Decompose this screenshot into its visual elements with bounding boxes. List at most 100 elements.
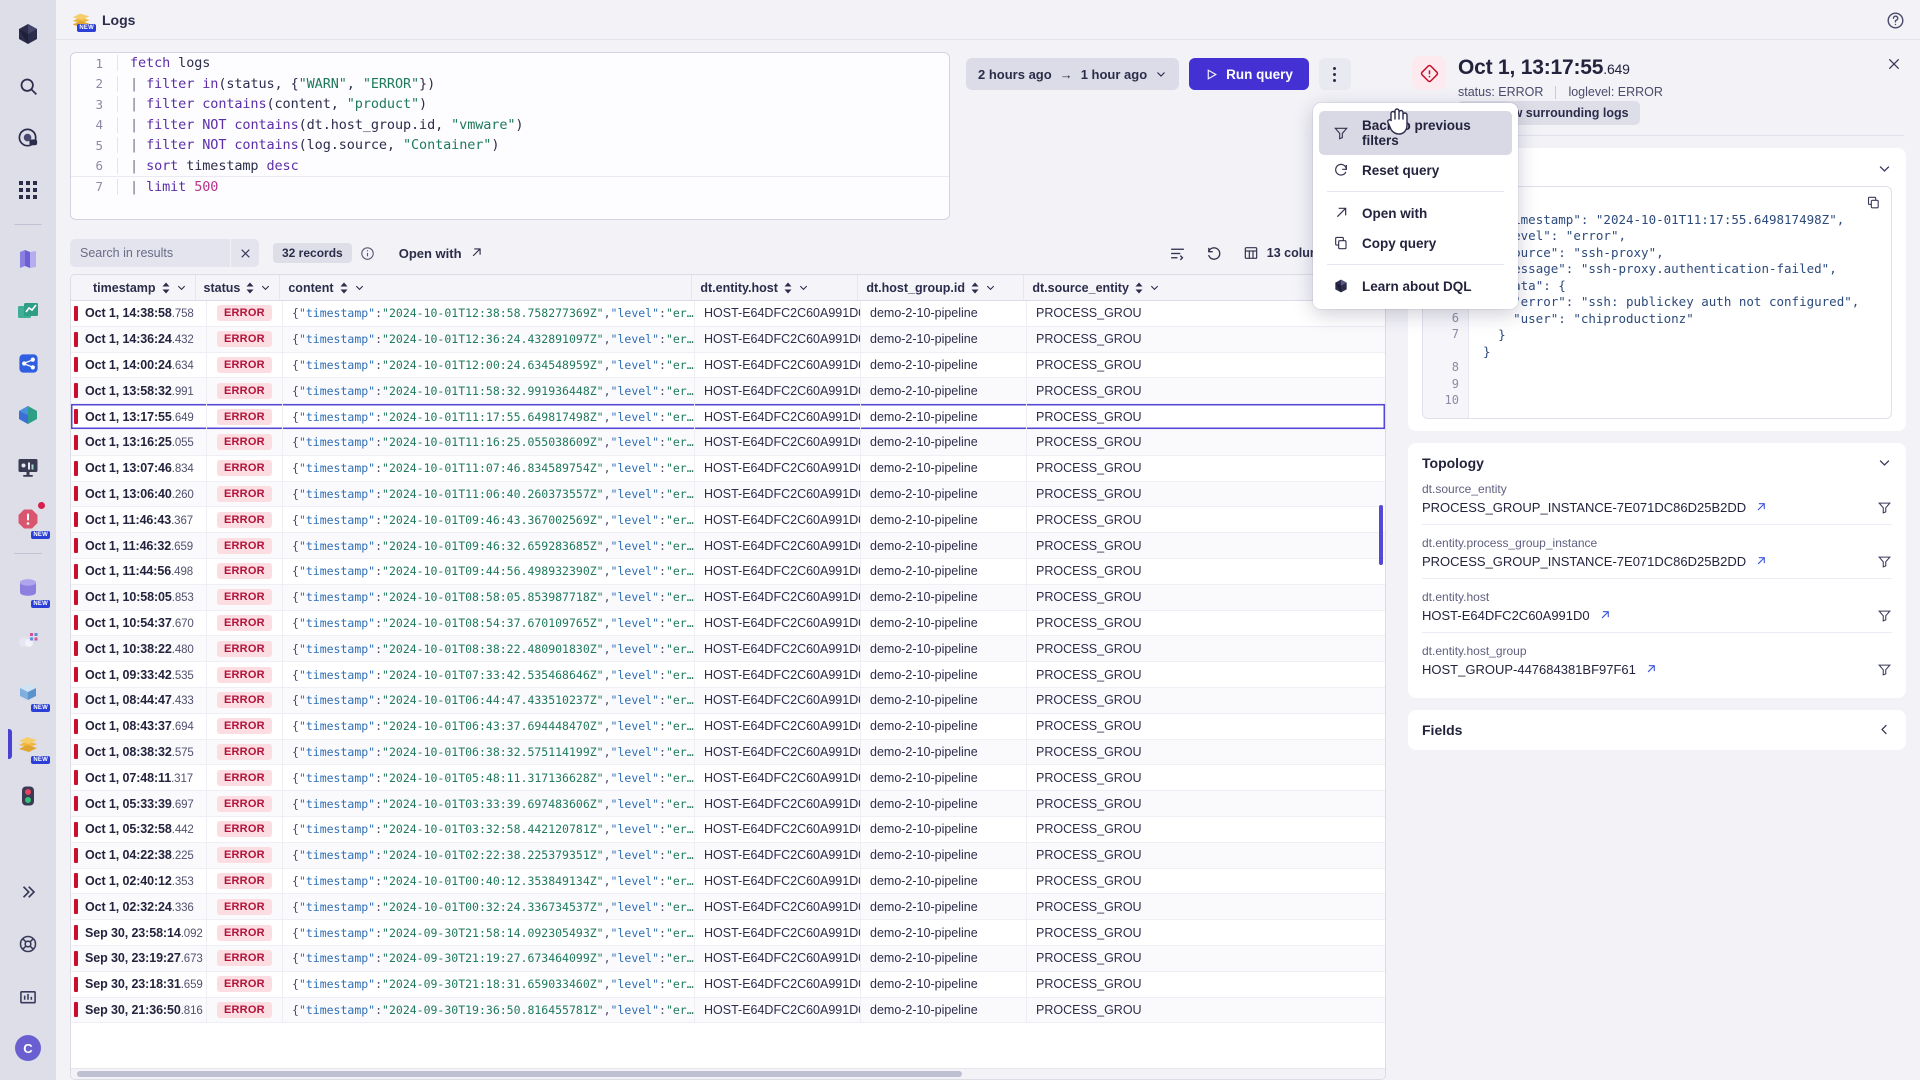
clear-search-button[interactable]: [231, 239, 259, 267]
topology-row: dt.entity.host HOST-E64DFC2C60A991D0: [1422, 579, 1892, 633]
expand-fields-chevron-left-icon[interactable]: [1877, 722, 1892, 737]
text-wrap-icon[interactable]: [1169, 245, 1186, 262]
table-row[interactable]: Oct 1, 13:07:46.834 ERROR {"timestamp": "20…: [71, 455, 1385, 482]
filter-icon[interactable]: [1877, 662, 1892, 677]
menu-item-open-with[interactable]: Open with: [1319, 198, 1512, 228]
table-row[interactable]: Oct 1, 10:38:22.480 ERROR {"timestamp": "20…: [71, 636, 1385, 663]
more-actions-button[interactable]: [1318, 58, 1351, 90]
column-header-dt-entity-host[interactable]: dt.entity.host: [692, 275, 859, 300]
reset-table-icon[interactable]: [1206, 245, 1223, 262]
table-row[interactable]: Oct 1, 13:58:32.991 ERROR {"timestamp": "20…: [71, 378, 1385, 405]
sidebar-item-distributed-tracing[interactable]: [8, 343, 48, 383]
table-row[interactable]: Oct 1, 11:44:56.498 ERROR {"timestamp": "20…: [71, 558, 1385, 585]
sidebar-item-user-avatar[interactable]: C: [8, 1028, 48, 1068]
table-row[interactable]: Oct 1, 02:40:12.353 ERROR {"timestamp": "20…: [71, 868, 1385, 895]
table-row[interactable]: Oct 1, 02:32:24.336 ERROR {"timestamp": "20…: [71, 894, 1385, 921]
sidebar-item-search[interactable]: [8, 66, 48, 106]
copy-icon[interactable]: [1866, 195, 1881, 210]
sidebar-item-slo[interactable]: [8, 776, 48, 816]
table-row[interactable]: Sep 30, 23:18:31.659 ERROR {"timestamp": "2…: [71, 971, 1385, 998]
open-with-button[interactable]: Open with: [399, 246, 483, 261]
cell-status: ERROR: [206, 791, 282, 816]
sidebar-item-service-analysis[interactable]: [8, 395, 48, 435]
query-line[interactable]: 1 fetch logs: [71, 53, 949, 74]
open-external-icon[interactable]: [1644, 663, 1657, 676]
horizontal-scrollbar[interactable]: [71, 1068, 1385, 1079]
menu-item-learn-about-dql[interactable]: Learn about DQL: [1319, 271, 1512, 301]
table-row[interactable]: Oct 1, 14:00:24.634 ERROR {"timestamp": "20…: [71, 352, 1385, 379]
sidebar-item-apps[interactable]: [8, 170, 48, 210]
search-input[interactable]: Search in results: [80, 246, 173, 260]
table-row[interactable]: Oct 1, 05:33:39.697 ERROR {"timestamp": "20…: [71, 791, 1385, 817]
sidebar-item-dashboards[interactable]: [8, 291, 48, 331]
run-query-button[interactable]: Run query: [1189, 58, 1309, 90]
table-row[interactable]: Sep 30, 23:19:27.673 ERROR {"timestamp": "2…: [71, 945, 1385, 972]
sidebar-item-analytics[interactable]: [8, 976, 48, 1016]
timeframe-selector[interactable]: 2 hours ago → 1 hour ago: [966, 58, 1180, 90]
table-row[interactable]: Oct 1, 13:06:40.260 ERROR {"timestamp": "20…: [71, 481, 1385, 508]
table-row[interactable]: Oct 1, 10:54:37.670 ERROR {"timestamp": "20…: [71, 610, 1385, 637]
query-line[interactable]: 3 | filter contains(content, "product"): [71, 94, 949, 115]
help-circle-icon[interactable]: [1884, 9, 1906, 31]
collapse-topology-chevron-down-icon[interactable]: [1877, 455, 1892, 470]
column-header-content[interactable]: content: [280, 275, 693, 300]
sidebar-item-infrastructure[interactable]: [8, 447, 48, 487]
table-row[interactable]: Oct 1, 08:44:47.433 ERROR {"timestamp": "20…: [71, 687, 1385, 714]
table-row[interactable]: Sep 30, 21:36:50.816 ERROR {"timestamp": "2…: [71, 997, 1385, 1024]
info-icon[interactable]: [360, 246, 375, 261]
table-row[interactable]: Oct 1, 08:38:32.575 ERROR {"timestamp": "20…: [71, 739, 1385, 766]
open-external-icon[interactable]: [1754, 555, 1767, 568]
table-row[interactable]: Oct 1, 13:16:25.055 ERROR {"timestamp": "20…: [71, 429, 1385, 456]
sidebar-item-hosts[interactable]: NEW: [8, 672, 50, 712]
query-line[interactable]: 5 | filter NOT contains(log.source, "Cont…: [71, 135, 949, 156]
open-external-icon[interactable]: [1754, 501, 1767, 514]
sidebar-item-notebooks[interactable]: [8, 239, 48, 279]
table-row[interactable]: Oct 1, 09:33:42.535 ERROR {"timestamp": "20…: [71, 662, 1385, 688]
dql-query-editor[interactable]: 1 fetch logs 2 | filter in(status, {"WARN",…: [70, 52, 950, 220]
sidebar-item-expand-sidebar[interactable]: [8, 872, 48, 912]
sidebar-item-davis-ai[interactable]: [8, 118, 48, 158]
query-actions-context-menu[interactable]: Back to previous filters Reset query Open …: [1313, 103, 1518, 309]
menu-item-reset-query[interactable]: Reset query: [1319, 155, 1512, 185]
table-row[interactable]: Oct 1, 13:17:55.649 ERROR {"timestamp": "20…: [71, 404, 1385, 430]
sidebar-item-databases[interactable]: NEW: [8, 568, 50, 608]
column-header-timestamp[interactable]: timestamp: [85, 275, 196, 300]
table-row[interactable]: Oct 1, 07:48:11.317 ERROR {"timestamp": "20…: [71, 765, 1385, 792]
filter-icon[interactable]: [1877, 608, 1892, 623]
filter-icon[interactable]: [1877, 500, 1892, 515]
collapse-content-chevron-down-icon[interactable]: [1877, 161, 1892, 176]
sidebar-item-dynatrace-logo[interactable]: [8, 14, 48, 54]
query-line[interactable]: 2 | filter in(status, {"WARN", "ERROR"}): [71, 74, 949, 95]
column-header-status[interactable]: status: [196, 275, 281, 300]
sidebar-item-support[interactable]: [8, 924, 48, 964]
topology-title: Topology: [1422, 454, 1484, 471]
query-line[interactable]: 6 | sort timestamp desc: [71, 156, 949, 177]
scrollbar-thumb[interactable]: [77, 1071, 963, 1077]
query-line[interactable]: 4 | filter NOT contains(dt.host_group.id,…: [71, 115, 949, 136]
fields-card[interactable]: Fields: [1408, 709, 1906, 750]
column-header-dt-host_group-id[interactable]: dt.host_group.id: [858, 275, 1025, 300]
open-external-icon[interactable]: [1598, 609, 1611, 622]
table-row[interactable]: Oct 1, 10:58:05.853 ERROR {"timestamp": "20…: [71, 584, 1385, 611]
table-row[interactable]: Oct 1, 04:22:38.225 ERROR {"timestamp": "20…: [71, 842, 1385, 869]
table-row[interactable]: Oct 1, 05:32:58.442 ERROR {"timestamp": "20…: [71, 816, 1385, 843]
table-row[interactable]: Oct 1, 08:43:37.694 ERROR {"timestamp": "20…: [71, 713, 1385, 740]
table-row[interactable]: Sep 30, 23:58:14.092 ERROR {"timestamp": "2…: [71, 920, 1385, 946]
query-line[interactable]: 7 | limit 500: [71, 176, 949, 197]
table-row[interactable]: Oct 1, 14:38:58.758 ERROR {"timestamp": "20…: [71, 301, 1385, 327]
severity-indicator: [74, 950, 78, 966]
vertical-scrollbar[interactable]: [1379, 505, 1383, 565]
close-detail-button[interactable]: [1886, 56, 1902, 72]
table-row[interactable]: Oct 1, 11:46:32.659 ERROR {"timestamp": "20…: [71, 533, 1385, 559]
record-count-badge[interactable]: 32 records: [273, 243, 352, 263]
sidebar-item-problems[interactable]: NEW: [8, 499, 50, 539]
table-row[interactable]: Oct 1, 14:36:24.432 ERROR {"timestamp": "20…: [71, 326, 1385, 353]
sidebar-item-kubernetes[interactable]: [8, 620, 48, 660]
menu-item-back-to-previous-filters[interactable]: Back to previous filters: [1319, 111, 1512, 155]
cell-content: {"timestamp": "2024-09-30T21:19:27.673464…: [282, 945, 694, 971]
table-row[interactable]: Oct 1, 11:46:43.367 ERROR {"timestamp": "20…: [71, 507, 1385, 534]
sidebar-item-logs[interactable]: NEW: [8, 724, 50, 764]
menu-item-copy-query[interactable]: Copy query: [1319, 228, 1512, 258]
search-in-results-field[interactable]: Search in results: [70, 239, 230, 267]
filter-icon[interactable]: [1877, 554, 1892, 569]
